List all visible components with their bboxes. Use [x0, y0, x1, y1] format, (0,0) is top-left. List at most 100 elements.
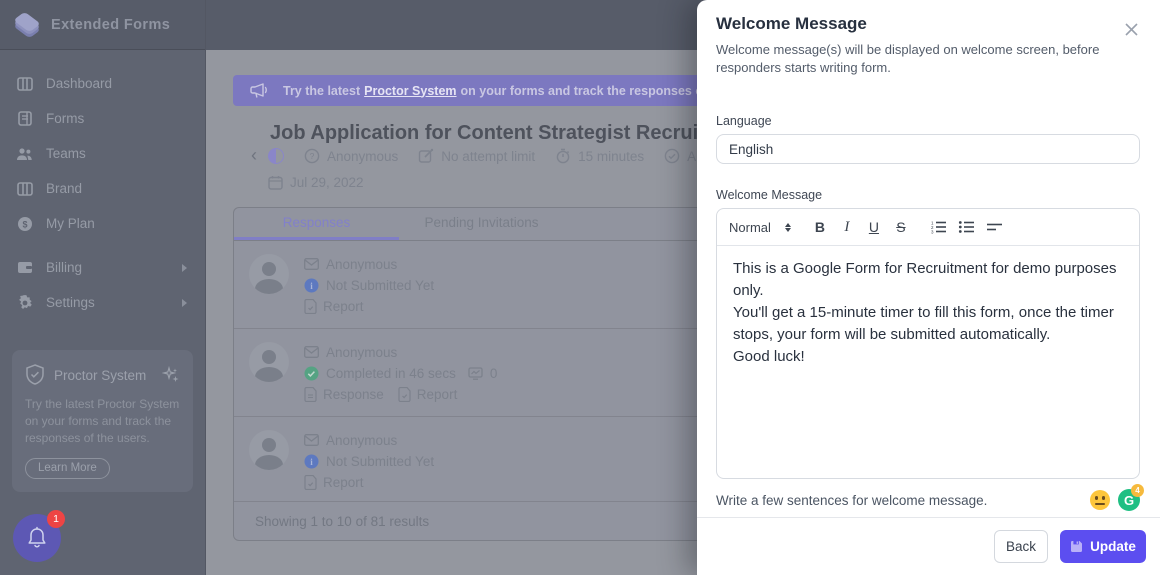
sidebar-item-billing[interactable]: Billing — [0, 250, 205, 285]
grammarly-icon[interactable]: G 4 — [1118, 489, 1140, 511]
screen-activity-icon — [468, 367, 483, 380]
response-status: Not Submitted Yet — [326, 278, 434, 293]
sidebar-item-label: My Plan — [46, 216, 95, 231]
sidebar-item-label: Settings — [46, 295, 95, 310]
learn-more-button[interactable]: Learn More — [25, 458, 110, 479]
response-link[interactable]: Response — [304, 387, 384, 402]
proctor-promo-card: Proctor System Try the latest Proctor Sy… — [12, 350, 193, 492]
update-button-label: Update — [1090, 539, 1136, 554]
mail-icon — [304, 434, 319, 446]
sidebar-item-brand[interactable]: Brand — [0, 171, 205, 206]
update-button[interactable]: Update — [1060, 530, 1146, 563]
report-file-icon — [304, 299, 317, 314]
sidebar: Extended Forms Dashboard Forms Teams Bra… — [0, 0, 206, 575]
sidebar-item-label: Teams — [46, 146, 86, 161]
app-logo-icon — [14, 13, 40, 37]
respondent-name: Anonymous — [326, 257, 397, 272]
underline-button[interactable]: U — [867, 219, 881, 235]
sidebar-item-label: Forms — [46, 111, 84, 126]
report-link[interactable]: Report — [304, 299, 364, 314]
app-name: Extended Forms — [51, 17, 170, 33]
report-link-label: Report — [323, 475, 364, 490]
tab-responses[interactable]: Responses — [234, 208, 399, 240]
sidebar-item-settings[interactable]: Settings — [0, 285, 205, 320]
save-icon — [1070, 540, 1083, 553]
language-input[interactable] — [716, 134, 1140, 164]
sidebar-item-teams[interactable]: Teams — [0, 136, 205, 171]
back-chevron[interactable]: ‹ — [251, 146, 257, 164]
info-circle-icon: i — [304, 278, 319, 293]
modal-footer: Back Update — [697, 517, 1160, 575]
response-link-label: Response — [323, 387, 384, 402]
banner-proctor-link[interactable]: Proctor System — [364, 84, 456, 98]
banner-text-prefix: Try the latest — [283, 84, 360, 98]
svg-text:$: $ — [22, 219, 27, 229]
editor-paragraph: Good luck! — [733, 346, 1123, 368]
respondent-name: Anonymous — [326, 433, 397, 448]
bullet-list-button[interactable] — [958, 220, 975, 234]
sidebar-item-dashboard[interactable]: Dashboard — [0, 66, 205, 101]
check-circle-icon — [664, 148, 680, 164]
ordered-list-button[interactable]: 123 — [930, 220, 947, 234]
editor-paragraph: You'll get a 15-minute timer to fill thi… — [733, 302, 1123, 346]
italic-button[interactable]: I — [840, 219, 854, 236]
form-meta-date: Jul 29, 2022 — [268, 175, 364, 190]
bold-button[interactable]: B — [813, 219, 827, 235]
modal-description: Welcome message(s) will be displayed on … — [716, 41, 1108, 77]
notifications-button[interactable]: 1 — [13, 514, 61, 562]
response-status: Not Submitted Yet — [326, 454, 434, 469]
dashboard-icon — [16, 75, 33, 92]
helper-row: Write a few sentences for welcome messag… — [716, 489, 1140, 511]
sidebar-item-label: Brand — [46, 181, 82, 196]
sidebar-item-label: Billing — [46, 260, 82, 275]
report-link[interactable]: Report — [398, 387, 458, 402]
brand-icon — [16, 180, 33, 197]
editor-toolbar: Normal B I U S 123 — [717, 209, 1139, 246]
screen-switch-count: 0 — [490, 366, 498, 381]
align-button[interactable] — [986, 220, 1003, 234]
banner-text-suffix: on your forms and track the responses of… — [461, 84, 730, 98]
response-status: Completed in 46 secs — [326, 366, 456, 381]
avatar — [249, 342, 289, 382]
shield-check-icon — [25, 364, 45, 386]
report-link-label: Report — [323, 299, 364, 314]
dollar-circle-icon: $ — [16, 215, 33, 232]
report-link-label: Report — [417, 387, 458, 402]
stopwatch-icon — [555, 148, 571, 164]
close-button[interactable] — [1122, 20, 1140, 38]
sidebar-item-my-plan[interactable]: $ My Plan — [0, 206, 205, 241]
theme-half-circle-icon[interactable] — [268, 148, 284, 164]
sidebar-item-forms[interactable]: Forms — [0, 101, 205, 136]
meta-attempt-limit: No attempt limit — [418, 148, 535, 164]
calendar-icon — [268, 175, 283, 190]
emoji-picker-icon[interactable] — [1090, 490, 1110, 510]
select-arrows-icon — [785, 223, 791, 232]
tab-pending-invitations[interactable]: Pending Invitations — [399, 208, 564, 240]
meta-anonymous: ? Anonymous — [304, 148, 398, 164]
promo-title: Proctor System — [54, 368, 162, 383]
check-circle-icon — [304, 366, 319, 381]
info-circle-icon: i — [304, 454, 319, 469]
forms-icon — [16, 110, 33, 127]
sparkles-icon — [162, 366, 180, 384]
billing-icon — [16, 259, 33, 276]
back-button[interactable]: Back — [994, 530, 1048, 563]
paragraph-style-value: Normal — [729, 220, 771, 235]
app-logo[interactable]: Extended Forms — [0, 0, 205, 50]
editor-content[interactable]: This is a Google Form for Recruitment fo… — [717, 246, 1139, 478]
welcome-message-modal: Welcome Message Welcome message(s) will … — [697, 0, 1160, 575]
promo-body: Try the latest Proctor System on your fo… — [25, 396, 180, 447]
strikethrough-button[interactable]: S — [894, 219, 908, 235]
sidebar-item-label: Dashboard — [46, 76, 112, 91]
gear-icon — [16, 294, 33, 311]
helper-text: Write a few sentences for welcome messag… — [716, 493, 1090, 508]
response-file-icon — [304, 387, 317, 402]
megaphone-icon — [250, 82, 269, 99]
report-link[interactable]: Report — [304, 475, 364, 490]
sidebar-nav: Dashboard Forms Teams Brand $ My Plan Bi… — [0, 50, 205, 320]
close-icon — [1124, 22, 1139, 37]
meta-attempt-label: No attempt limit — [441, 149, 535, 164]
avatar — [249, 254, 289, 294]
paragraph-style-select[interactable]: Normal — [729, 220, 791, 235]
svg-text:3: 3 — [931, 230, 934, 235]
